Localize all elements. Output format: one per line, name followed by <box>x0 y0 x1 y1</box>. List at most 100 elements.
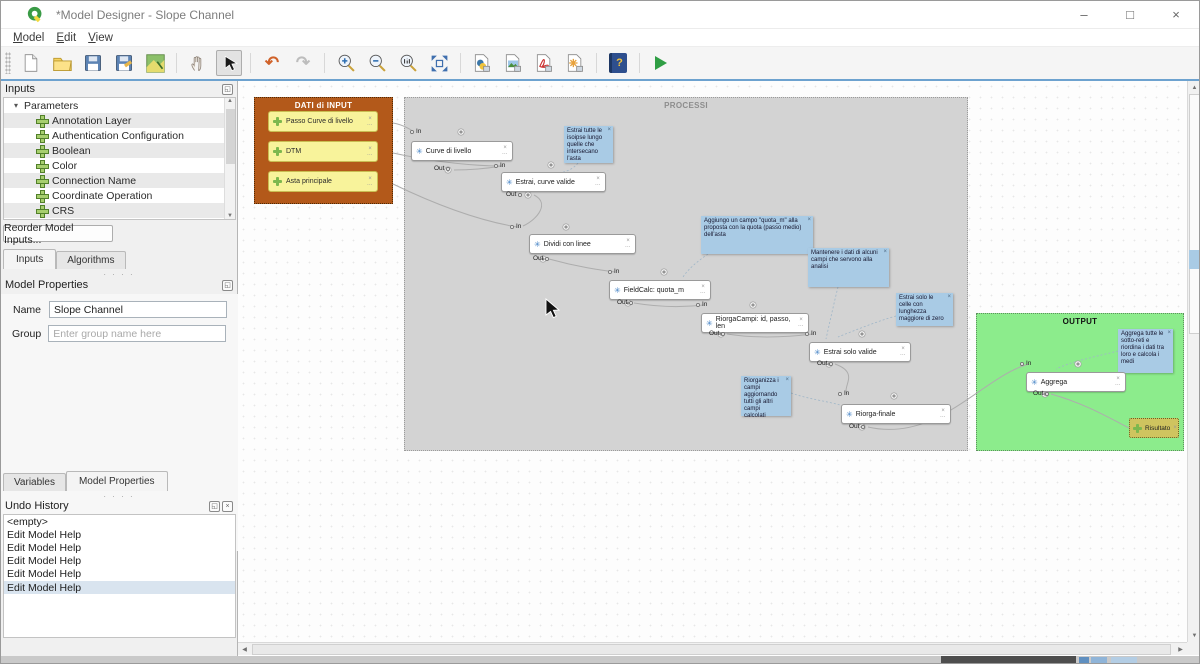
redo-button[interactable]: ↷ <box>290 50 316 76</box>
float-panel-icon[interactable]: ◱ <box>222 84 233 95</box>
comment-box[interactable]: ×Mantenere i dati di alcuni campi che se… <box>808 248 889 287</box>
scrollbar-thumb[interactable] <box>226 109 235 164</box>
scrollbar-thumb[interactable] <box>1189 94 1200 334</box>
close-comment-icon[interactable]: × <box>947 294 951 301</box>
model-output-risultato[interactable]: Risultato× <box>1129 418 1179 438</box>
node-dividi-con-linee[interactable]: ✳Dividi con linee×… <box>529 234 636 254</box>
zoom-in-button[interactable] <box>333 50 359 76</box>
node-buttons[interactable]: ×… <box>1115 377 1121 387</box>
node-aggrega[interactable]: ✳Aggrega×… <box>1026 372 1126 392</box>
comment-box[interactable]: ×Riorganizza i campi aggiornando tutti g… <box>741 376 791 416</box>
expander-icon[interactable]: ▾ <box>14 101 24 110</box>
close-comment-icon[interactable]: × <box>607 127 611 134</box>
toolbar-grip[interactable] <box>5 52 11 74</box>
close-panel-icon[interactable]: × <box>222 501 233 512</box>
tab-model-properties[interactable]: Model Properties <box>66 471 168 491</box>
in-port[interactable]: In <box>608 268 619 275</box>
maximize-button[interactable]: □ <box>1107 1 1153 28</box>
model-input-dtm[interactable]: DTM×… <box>268 141 378 162</box>
out-port[interactable]: Out <box>1033 390 1049 397</box>
tab-variables[interactable]: Variables <box>3 473 66 491</box>
node-buttons[interactable]: ×… <box>700 285 706 295</box>
undo-item-selected[interactable]: Edit Model Help <box>4 581 235 594</box>
select-tool-button[interactable] <box>216 50 242 76</box>
node-curve-di-livello[interactable]: ✳Curve di livello×… <box>411 141 513 161</box>
node-estrai-curve-valide[interactable]: ✳Estrai, curve valide×… <box>501 172 606 192</box>
item-buttons[interactable]: ×… <box>367 147 373 157</box>
tree-scrollbar[interactable]: ▲ ▼ <box>224 98 235 219</box>
node-buttons[interactable]: ×… <box>798 318 804 328</box>
zoom-out-button[interactable] <box>364 50 390 76</box>
horizontal-scrollbar[interactable]: ◀ ▶ <box>238 642 1187 655</box>
zoom-full-button[interactable] <box>426 50 452 76</box>
out-port[interactable]: Out <box>506 191 522 198</box>
close-comment-icon[interactable]: × <box>807 217 811 224</box>
tab-algorithms[interactable]: Algorithms <box>56 251 125 269</box>
model-input-asta-principale[interactable]: Asta principale×… <box>268 171 378 192</box>
scroll-right-icon[interactable]: ▶ <box>1174 643 1187 656</box>
node-fieldcalc-quota-m[interactable]: ✳FieldCalc: quota_m×… <box>609 280 711 300</box>
close-button[interactable]: × <box>1153 1 1199 28</box>
new-model-button[interactable] <box>18 50 44 76</box>
node-estrai-solo-valide[interactable]: ✳Estrai solo valide×… <box>809 342 911 362</box>
export-pdf-button[interactable] <box>531 50 557 76</box>
out-port[interactable]: Out <box>434 165 450 172</box>
tree-item-boolean[interactable]: Boolean <box>4 143 235 158</box>
in-port[interactable]: In <box>510 223 521 230</box>
undo-item[interactable]: <empty> <box>4 515 235 528</box>
run-model-button[interactable] <box>648 50 674 76</box>
undo-history-list[interactable]: <empty> Edit Model Help Edit Model Help … <box>3 514 236 638</box>
float-panel-icon[interactable]: ◱ <box>209 501 220 512</box>
vertical-scrollbar[interactable]: ▲ ▼ <box>1187 81 1200 642</box>
out-port[interactable]: Out <box>709 330 725 337</box>
in-port[interactable]: In <box>838 390 849 397</box>
node-buttons[interactable]: ×… <box>502 146 508 156</box>
item-buttons[interactable]: × <box>1173 426 1177 431</box>
minimize-button[interactable]: – <box>1061 1 1107 28</box>
node-buttons[interactable]: ×… <box>595 177 601 187</box>
undo-item[interactable]: Edit Model Help <box>4 555 235 568</box>
undo-item[interactable]: Edit Model Help <box>4 541 235 554</box>
out-port[interactable]: Out <box>617 299 633 306</box>
node-riorga-finale[interactable]: ✳Riorga-finale×… <box>841 404 951 424</box>
model-group-input[interactable] <box>48 325 226 342</box>
float-panel-icon[interactable]: ◱ <box>222 280 233 291</box>
save-model-button[interactable] <box>80 50 106 76</box>
tree-item-color[interactable]: Color <box>4 158 235 173</box>
close-comment-icon[interactable]: × <box>785 377 789 384</box>
export-image-button[interactable] <box>500 50 526 76</box>
comment-box[interactable]: ×Estrai tutte le isoipse lungo quelle ch… <box>564 126 613 163</box>
scroll-up-icon[interactable]: ▲ <box>227 98 233 104</box>
in-port[interactable]: In <box>410 128 421 135</box>
in-port[interactable]: In <box>1020 360 1031 367</box>
open-model-button[interactable] <box>49 50 75 76</box>
scroll-up-icon[interactable]: ▲ <box>1188 81 1200 94</box>
tree-item-authentication-configuration[interactable]: Authentication Configuration <box>4 128 235 143</box>
scroll-down-icon[interactable]: ▼ <box>1188 629 1200 642</box>
scroll-left-icon[interactable]: ◀ <box>238 643 251 656</box>
model-canvas[interactable]: DATI di INPUT PROCESSI OUTPUT <box>238 81 1187 642</box>
menu-model[interactable]: Model <box>11 32 54 44</box>
export-python-button[interactable] <box>469 50 495 76</box>
in-port[interactable]: In <box>494 162 505 169</box>
tab-inputs[interactable]: Inputs <box>3 249 56 269</box>
tree-item-annotation-layer[interactable]: Annotation Layer <box>4 113 235 128</box>
save-in-project-button[interactable] <box>142 50 168 76</box>
node-buttons[interactable]: ×… <box>900 347 906 357</box>
close-comment-icon[interactable]: × <box>1167 330 1171 337</box>
model-input-passo-curve[interactable]: Passo Curve di livello×… <box>268 111 378 132</box>
comment-box[interactable]: ×Aggrega tutte le sotto-reti e riordina … <box>1118 329 1173 373</box>
inputs-tree[interactable]: ▾ Parameters Annotation Layer Authentica… <box>3 97 236 220</box>
title-bar[interactable]: *Model Designer - Slope Channel – □ × <box>1 1 1199 29</box>
menu-view[interactable]: View <box>86 32 123 44</box>
item-buttons[interactable]: ×… <box>367 177 373 187</box>
export-svg-button[interactable] <box>562 50 588 76</box>
tree-item-connection-name[interactable]: Connection Name <box>4 173 235 188</box>
close-comment-icon[interactable]: × <box>883 249 887 256</box>
undo-item[interactable]: Edit Model Help <box>4 568 235 581</box>
scroll-down-icon[interactable]: ▼ <box>227 213 233 219</box>
reorder-model-inputs-button[interactable]: Reorder Model Inputs... <box>3 225 113 242</box>
item-buttons[interactable]: ×… <box>367 117 373 127</box>
zoom-actual-button[interactable] <box>395 50 421 76</box>
tree-root-row[interactable]: ▾ Parameters <box>4 98 235 113</box>
